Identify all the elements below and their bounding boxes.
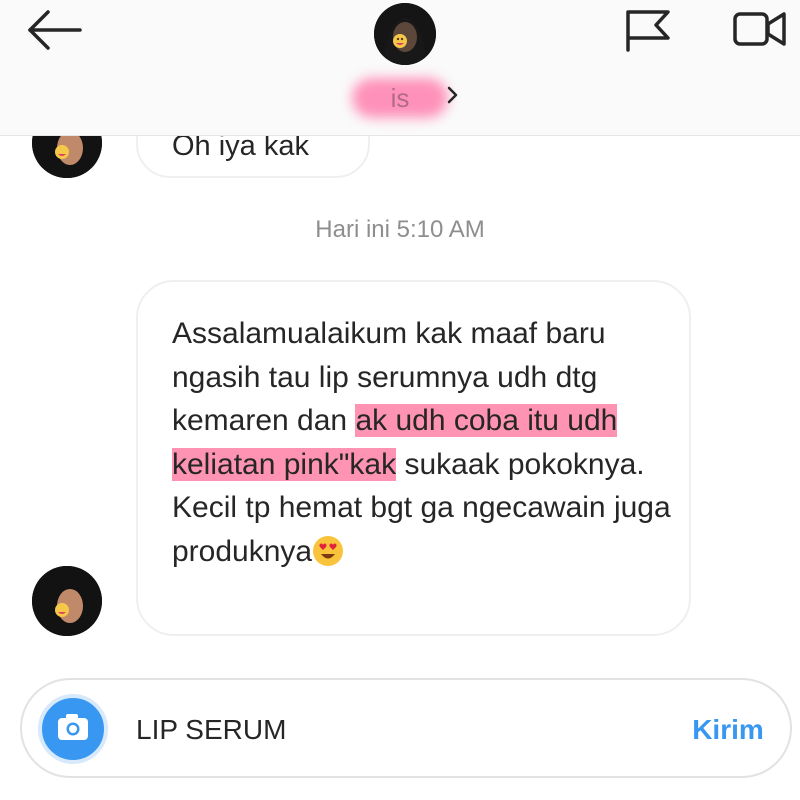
message-bubble[interactable]: Assalamualaikum kak maaf baru ngasih tau… [136,280,691,636]
message-timestamp: Hari ini 5:10 AM [315,216,485,243]
message-thread[interactable]: Oh iya kak Hari ini 5:10 AM Assalamualai… [0,40,800,656]
chat-header: is [0,0,800,136]
back-button[interactable] [22,4,86,56]
chevron-right-icon[interactable] [445,84,461,106]
chat-username[interactable]: is [352,80,448,116]
heart-eyes-emoji [313,535,344,566]
sender-avatar[interactable] [32,566,102,636]
profile-photo [32,566,102,636]
video-call-button[interactable] [730,6,790,52]
profile-photo [374,3,436,65]
message-text: Assalamualaikum kak maaf baru ngasih tau… [172,312,682,573]
header-avatar[interactable] [374,3,436,65]
camera-icon [58,714,88,740]
message-input[interactable] [136,710,656,750]
camera-button[interactable] [38,694,108,764]
flag-icon [626,10,670,52]
video-call-icon [733,12,786,46]
bottom-edge [0,790,800,800]
back-arrow-icon [28,10,82,50]
report-flag-button[interactable] [622,6,674,52]
message-composer: Kirim [20,678,792,778]
send-button[interactable]: Kirim [682,710,774,750]
